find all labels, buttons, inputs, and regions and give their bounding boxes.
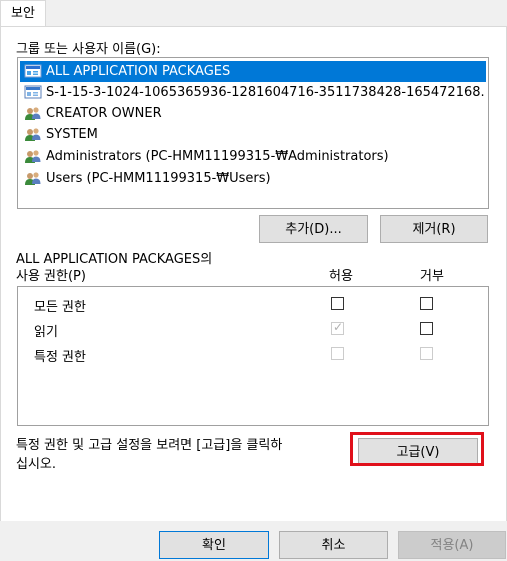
permission-row: 읽기 ✓	[18, 318, 488, 342]
sid-icon	[24, 85, 42, 100]
deny-checkbox[interactable]	[420, 347, 433, 360]
remove-button[interactable]: 제거(R)	[380, 215, 488, 243]
principal-name: S-1-15-3-1024-1065365936-1281604716-3511…	[46, 85, 486, 100]
apply-button[interactable]: 적용(A)	[398, 531, 506, 559]
deny-checkbox[interactable]	[420, 322, 433, 335]
allow-checkbox[interactable]	[331, 347, 344, 360]
deny-checkbox[interactable]	[420, 297, 433, 310]
list-item[interactable]: Users (PC-HMM11199315-₩Users)	[20, 168, 486, 189]
advanced-button-highlight	[350, 432, 484, 466]
cancel-button[interactable]: 취소	[279, 531, 388, 559]
tab-strip: 보안	[0, 0, 507, 27]
permission-row: 특정 권한	[18, 343, 488, 367]
permissions-list: 모든 권한 읽기 ✓ 특정 권한	[17, 286, 489, 426]
users-group-icon	[24, 127, 42, 142]
deny-column-header: 거부	[420, 269, 444, 284]
principal-name: SYSTEM	[46, 127, 98, 142]
app-packages-icon	[24, 64, 42, 79]
users-group-icon	[24, 149, 42, 164]
checkmark-icon: ✓	[333, 320, 344, 334]
advanced-hint-line2: 십시오.	[16, 457, 57, 472]
users-group-icon	[24, 106, 42, 121]
permission-name: 특정 권한	[34, 350, 86, 365]
principal-name: Users (PC-HMM11199315-₩Users)	[46, 171, 271, 186]
principal-name: ALL APPLICATION PACKAGES	[46, 64, 231, 79]
advanced-hint-line1: 특정 권한 및 고급 설정을 보려면 [고급]을 클릭하	[16, 438, 283, 453]
principal-name: Administrators (PC-HMM11199315-₩Administ…	[46, 149, 389, 164]
principal-name: CREATOR OWNER	[46, 106, 162, 121]
allow-checkbox[interactable]	[331, 297, 344, 310]
allow-column-header: 허용	[329, 269, 353, 284]
permission-row: 모든 권한	[18, 293, 488, 317]
principals-list[interactable]: ALL APPLICATION PACKAGES S-1-15-3-1024-1…	[17, 57, 489, 209]
users-group-icon	[24, 171, 42, 186]
dialog-footer: 확인 취소 적용(A)	[0, 521, 507, 561]
permission-name: 읽기	[34, 325, 58, 340]
list-item[interactable]: CREATOR OWNER	[20, 103, 486, 124]
add-button[interactable]: 추가(D)...	[259, 215, 368, 243]
list-item[interactable]: ALL APPLICATION PACKAGES	[20, 61, 486, 82]
list-item[interactable]: Administrators (PC-HMM11199315-₩Administ…	[20, 146, 486, 167]
group-or-user-names-label: 그룹 또는 사용자 이름(G):	[16, 42, 161, 57]
permission-name: 모든 권한	[34, 300, 86, 315]
tab-security[interactable]: 보안	[0, 0, 46, 27]
permissions-heading-line2: 사용 권한(P)	[16, 269, 86, 284]
allow-checkbox[interactable]: ✓	[331, 320, 344, 335]
ok-button[interactable]: 확인	[159, 531, 269, 559]
list-item[interactable]: S-1-15-3-1024-1065365936-1281604716-3511…	[20, 82, 486, 103]
list-item[interactable]: SYSTEM	[20, 124, 486, 145]
